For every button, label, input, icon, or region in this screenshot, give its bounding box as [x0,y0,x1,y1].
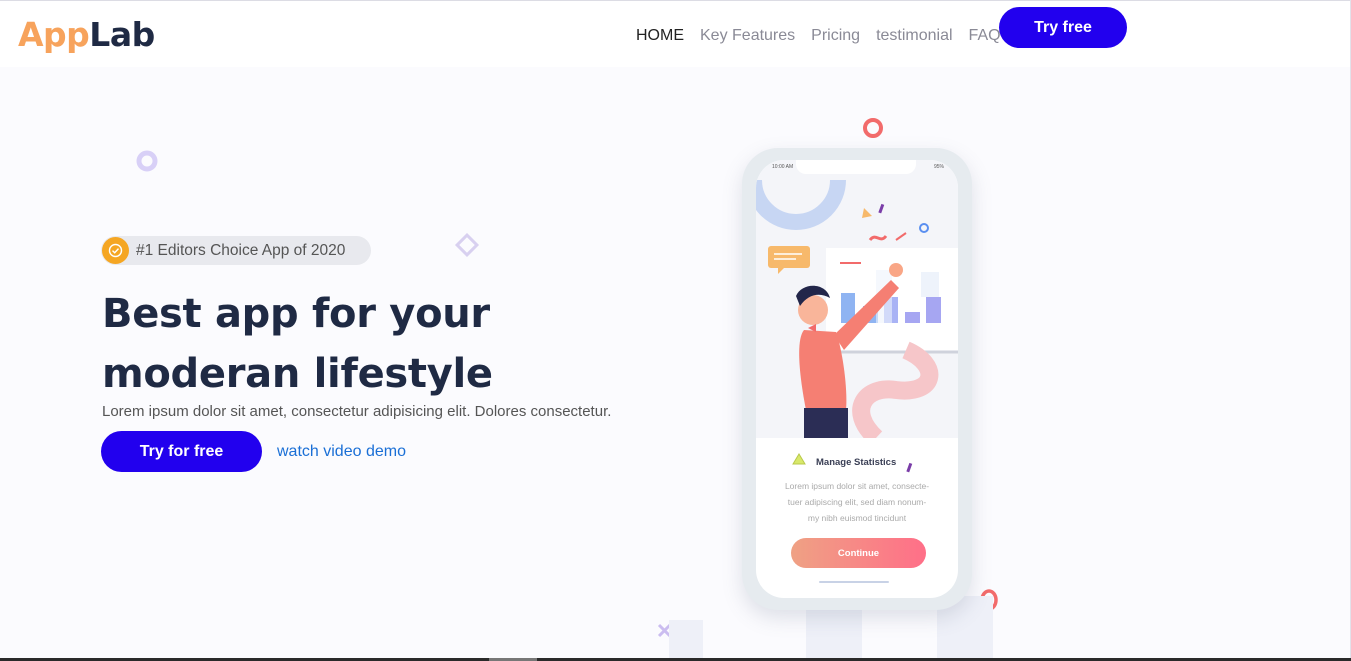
phone-notch [796,160,916,174]
hero-title-line-2: moderan lifestyle [102,351,493,397]
confetti-icon [906,462,913,473]
screen-body-line-3: my nibh euismod tincidunt [807,513,907,523]
triangle-icon [792,453,806,465]
status-time: 10:00 AM [772,164,794,170]
screen-body-line-1: Lorem ipsum dolor sit amet, consecte- [784,481,930,491]
decor-ring-coral-top [863,118,883,138]
hero-title: Best app for your moderan lifestyle [102,284,622,404]
phone-mockup: 10:00 AM 95% Manage Statistics Lorem ips… [742,148,972,610]
nav-key-features[interactable]: Key Features [700,27,795,45]
badge-text: #1 Editors Choice App of 2020 [136,241,346,259]
decor-ring-purple [136,150,158,172]
nav-testimonial[interactable]: testimonial [876,27,952,45]
logo-part-app: App [18,15,90,54]
logo-part-lab: Lab [89,15,155,54]
editors-choice-badge: #1 Editors Choice App of 2020 [101,236,371,265]
continue-button[interactable]: Continue [791,538,926,568]
screen-heading: Manage Statistics [816,457,897,468]
nav-home[interactable]: HOME [636,27,684,45]
main-nav: HOME Key Features Pricing testimonial FA… [636,27,1017,45]
status-battery: 95% [933,164,944,170]
phone-screen: 10:00 AM 95% Manage Statistics Lorem ips… [756,160,958,598]
logo[interactable]: AppLab [18,15,155,54]
try-free-button[interactable]: Try free [999,7,1127,48]
nav-faq[interactable]: FAQ [969,27,1001,45]
site-header: AppLab HOME Key Features Pricing testimo… [0,1,1350,67]
nav-pricing[interactable]: Pricing [811,27,860,45]
hero-title-line-1: Best app for your [102,291,490,337]
statistics-illustration [756,179,958,445]
home-indicator [819,581,889,583]
verified-badge-icon [102,237,129,264]
decor-bar-2 [806,604,862,661]
try-for-free-button[interactable]: Try for free [101,431,262,472]
watch-video-demo-link[interactable]: watch video demo [277,443,406,461]
decor-diamond [454,232,480,258]
screen-body-line-2: tuer adipiscing elit, sed diam nonum- [787,497,927,507]
decor-bar-1 [669,620,703,661]
screen-body: Lorem ipsum dolor sit amet, consecte- tu… [768,478,946,526]
illustration-area: 10:00 AM 95% [756,160,958,445]
hero-subtitle: Lorem ipsum dolor sit amet, consectetur … [102,403,612,420]
